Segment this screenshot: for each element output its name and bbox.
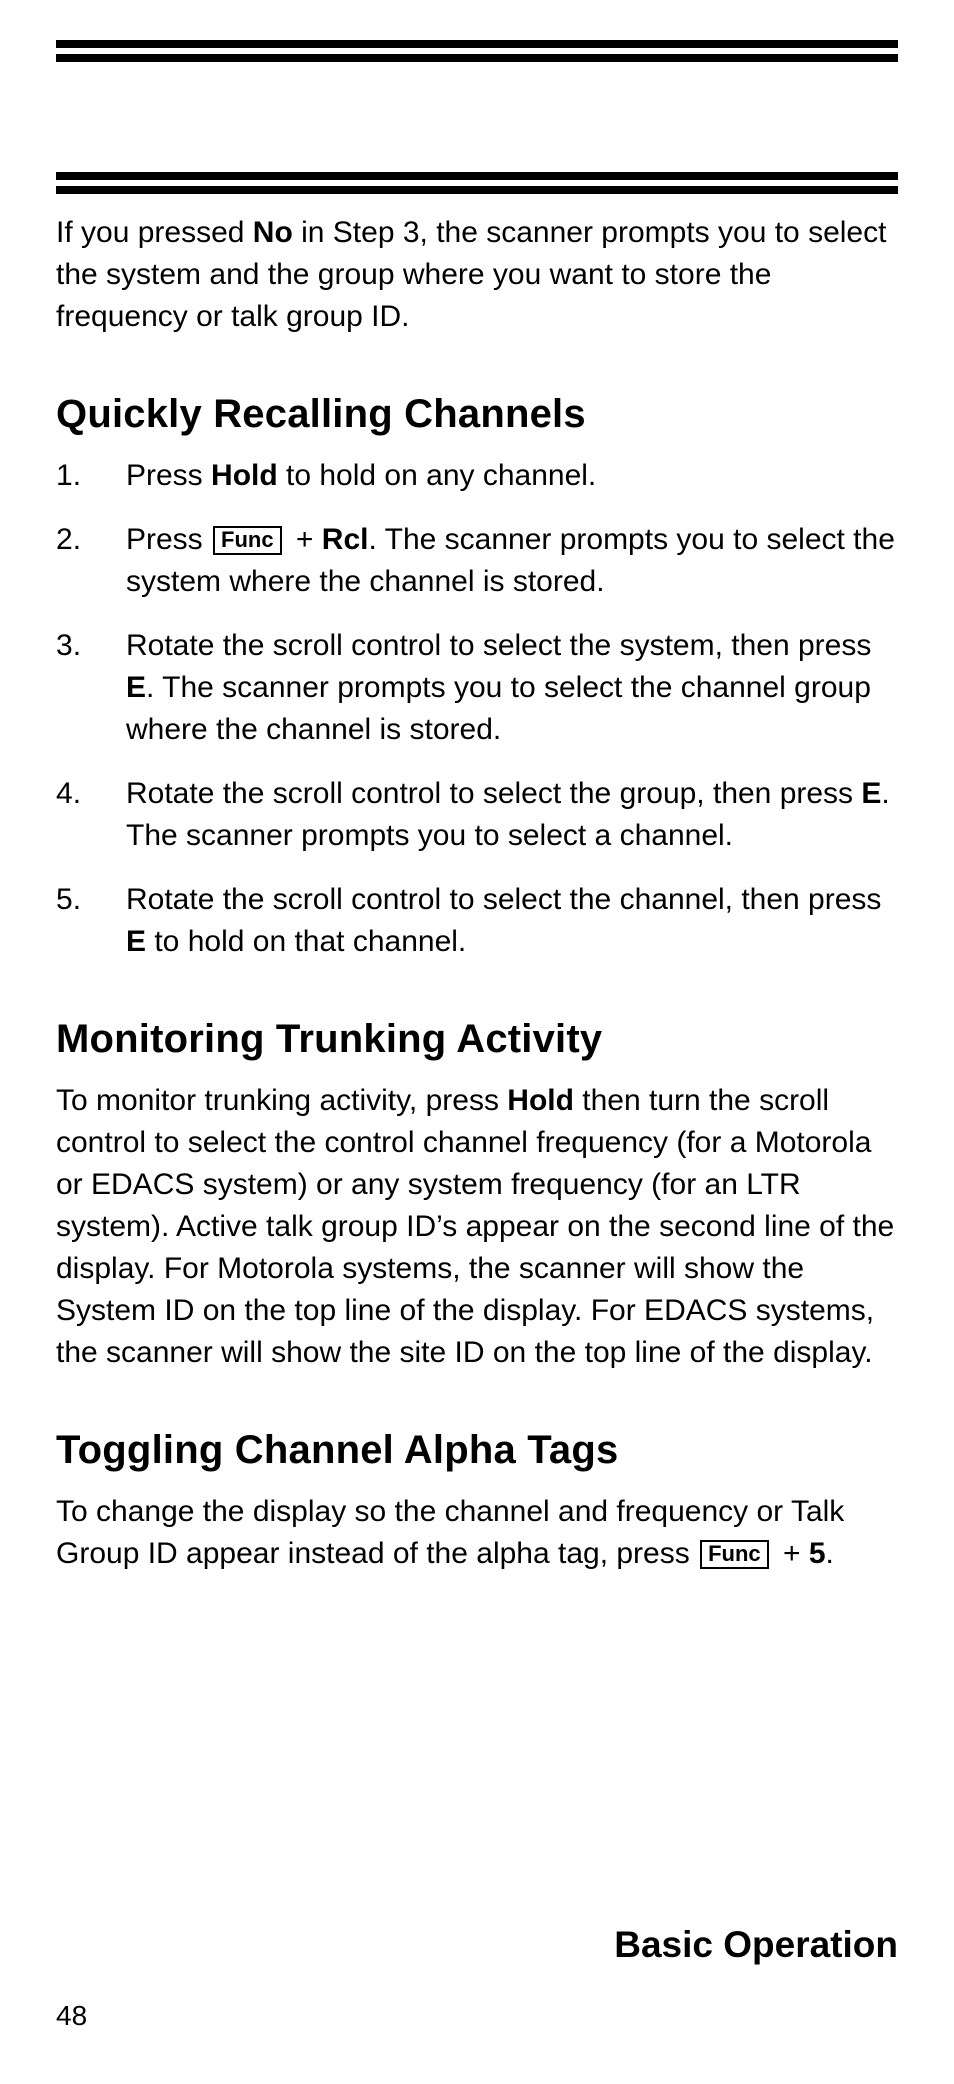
rule-top-1 bbox=[56, 40, 898, 48]
heading-quickly-recalling: Quickly Recalling Channels bbox=[56, 392, 898, 437]
mt-hold: Hold bbox=[507, 1084, 574, 1117]
mt-a: To monitor trunking activity, press bbox=[56, 1084, 507, 1117]
ta-5: 5 bbox=[809, 1537, 826, 1570]
para-toggling-alpha: To change the display so the channel and… bbox=[56, 1491, 898, 1575]
ta-b: + bbox=[775, 1537, 809, 1570]
step-3-a: Rotate the scroll control to select the … bbox=[126, 629, 871, 662]
step-2-rcl: Rcl bbox=[322, 523, 369, 556]
step-3: Rotate the scroll control to select the … bbox=[56, 625, 898, 751]
intro-no: No bbox=[253, 216, 293, 249]
step-2: Press Func + Rcl. The scanner prompts yo… bbox=[56, 519, 898, 603]
step-3-b: . The scanner prompts you to select the … bbox=[126, 671, 871, 746]
rule-mid-1 bbox=[56, 172, 898, 180]
func-key-icon: Func bbox=[700, 1540, 769, 1569]
step-2-b: + bbox=[288, 523, 322, 556]
steps-quickly-recalling: Press Hold to hold on any channel. Press… bbox=[56, 455, 898, 963]
step-1-hold: Hold bbox=[211, 459, 278, 492]
heading-monitoring-trunking: Monitoring Trunking Activity bbox=[56, 1017, 898, 1062]
step-4-e: E bbox=[861, 777, 881, 810]
step-5: Rotate the scroll control to select the … bbox=[56, 879, 898, 963]
step-5-a: Rotate the scroll control to select the … bbox=[126, 883, 881, 916]
rule-top-2 bbox=[56, 54, 898, 62]
intro-paragraph: If you pressed No in Step 3, the scanner… bbox=[56, 212, 898, 338]
para-monitoring-trunking: To monitor trunking activity, press Hold… bbox=[56, 1080, 898, 1374]
intro-text-1: If you pressed bbox=[56, 216, 253, 249]
heading-toggling-alpha: Toggling Channel Alpha Tags bbox=[56, 1428, 898, 1473]
step-5-e: E bbox=[126, 925, 146, 958]
step-5-b: to hold on that channel. bbox=[146, 925, 466, 958]
ta-c: . bbox=[826, 1537, 834, 1570]
func-key-icon: Func bbox=[213, 526, 282, 555]
mt-b: then turn the scroll control to select t… bbox=[56, 1084, 894, 1369]
rule-mid-2 bbox=[56, 186, 898, 194]
step-3-e: E bbox=[126, 671, 146, 704]
step-1-b: to hold on any channel. bbox=[278, 459, 597, 492]
footer-section-title: Basic Operation bbox=[614, 1924, 898, 1966]
step-2-a: Press bbox=[126, 523, 211, 556]
step-1: Press Hold to hold on any channel. bbox=[56, 455, 898, 497]
step-1-a: Press bbox=[126, 459, 211, 492]
page-number: 48 bbox=[56, 2000, 87, 2032]
step-4: Rotate the scroll control to select the … bbox=[56, 773, 898, 857]
step-4-a: Rotate the scroll control to select the … bbox=[126, 777, 861, 810]
